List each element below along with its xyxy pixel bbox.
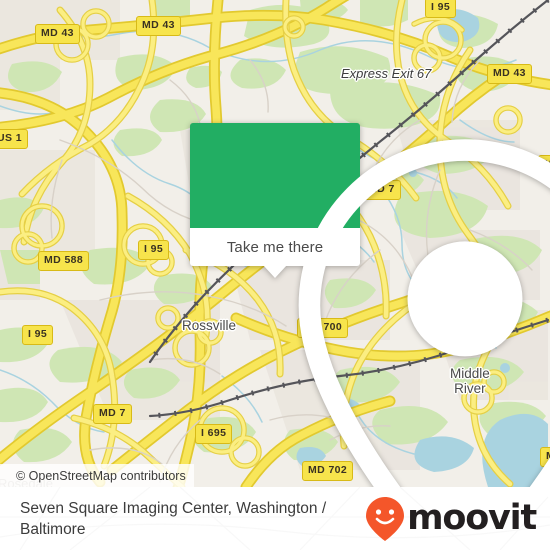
attribution-text: © OpenStreetMap contributors — [16, 468, 186, 483]
road-shield: I 95 — [138, 240, 170, 260]
popup-cta-area[interactable]: Take me there — [190, 228, 360, 278]
map-attribution[interactable]: © OpenStreetMap contributors — [0, 464, 194, 487]
road-shield: I 95 — [22, 325, 54, 345]
moovit-wordmark: moovit — [407, 498, 537, 538]
road-shield: MD 43 — [35, 24, 80, 44]
road-shield: US 1 — [0, 129, 28, 149]
footer-bar: Seven Square Imaging Center, Washington … — [0, 487, 550, 550]
road-shield: MD 588 — [38, 251, 90, 271]
map-pin-icon — [298, 139, 550, 487]
take-me-there-label: Take me there — [226, 238, 324, 256]
map-canvas[interactable]: .hw-case { fill:none; stroke:#e2c92f; st… — [0, 0, 550, 487]
place-label-express-exit: Express Exit 67 — [341, 66, 432, 81]
road-shield: MD 43 — [487, 64, 532, 84]
moovit-logo[interactable]: moovit — [365, 496, 537, 542]
popup-image-area — [190, 123, 550, 487]
moovit-pin-smiley-icon — [366, 496, 405, 541]
moovit-map-screenshot: .hw-case { fill:none; stroke:#e2c92f; st… — [0, 0, 550, 550]
location-popup-card[interactable]: Take me there — [190, 123, 550, 487]
road-shield: MD 43 — [136, 16, 181, 36]
popup-pointer-tail — [263, 265, 287, 278]
road-shield: I 95 — [425, 0, 457, 18]
road-shield: MD 7 — [93, 404, 132, 424]
page-title: Seven Square Imaging Center, Washington … — [20, 499, 327, 538]
